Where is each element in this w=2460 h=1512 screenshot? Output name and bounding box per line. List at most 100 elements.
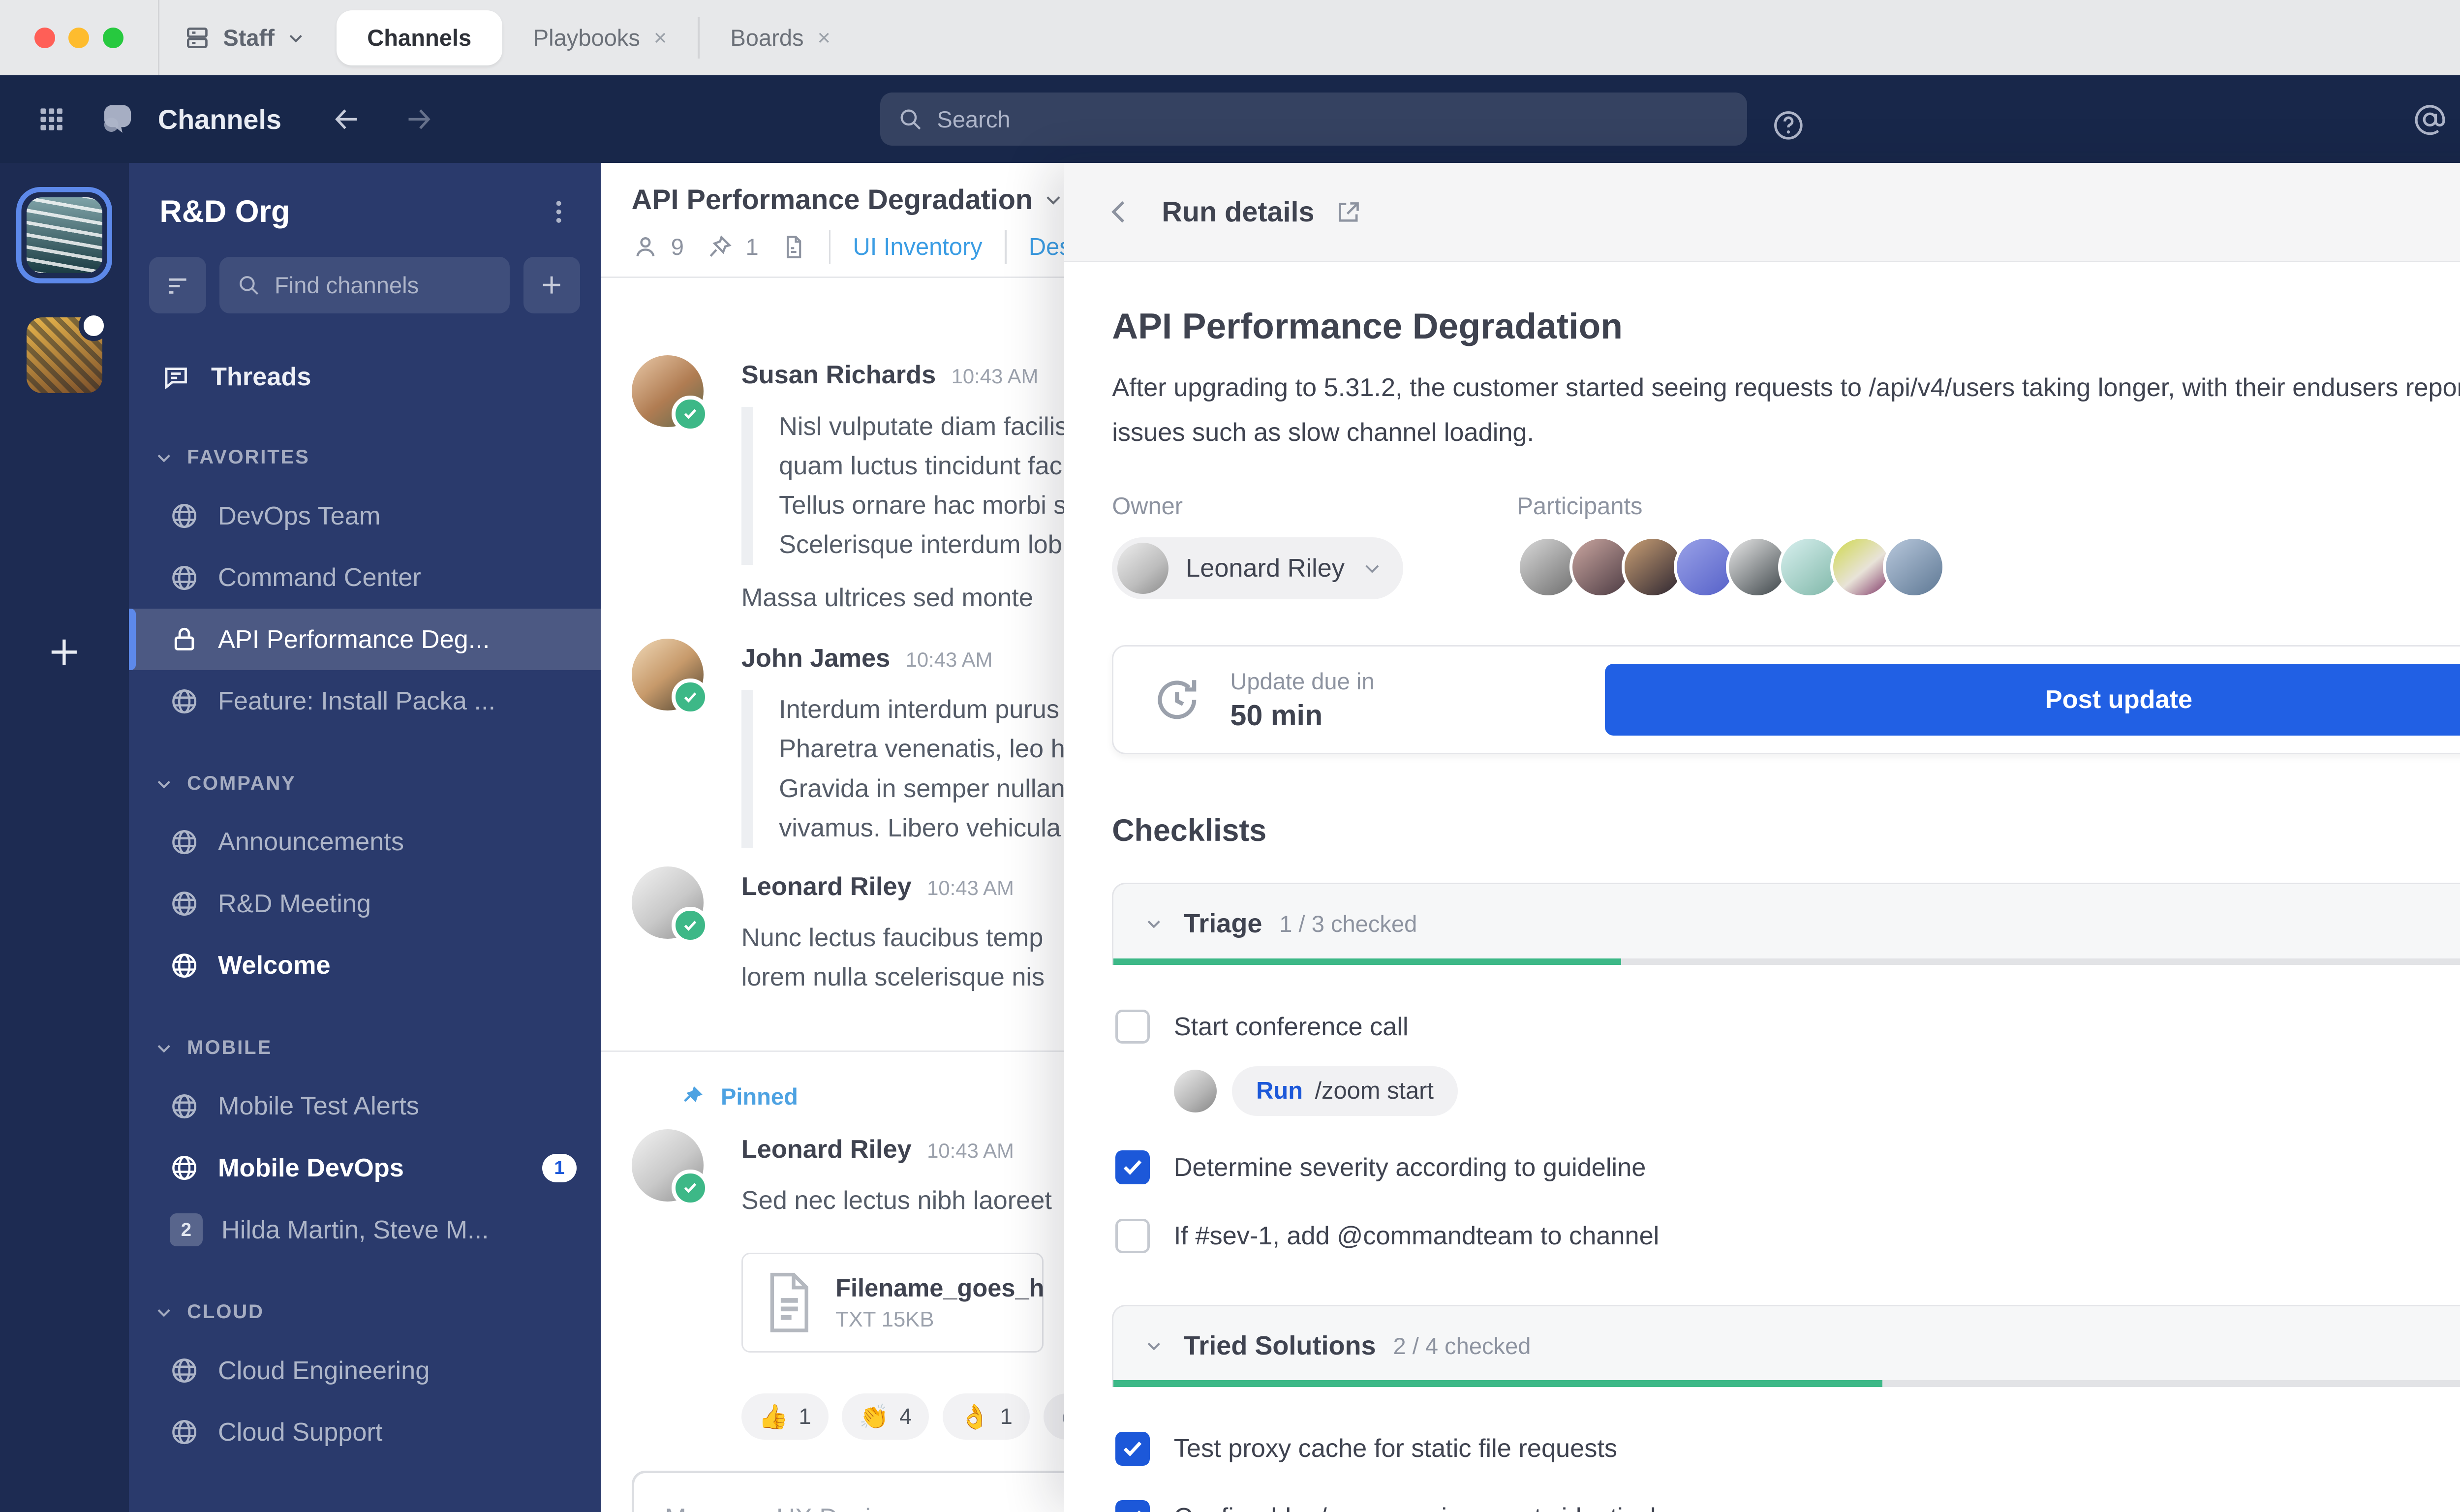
member-count: 9 xyxy=(671,234,684,260)
checklist-name: Triage xyxy=(1184,909,1262,939)
server-name: Staff xyxy=(223,25,275,51)
add-channel-button[interactable] xyxy=(523,256,580,314)
file-icon[interactable] xyxy=(781,234,806,260)
sidebar-item-welcome[interactable]: Welcome xyxy=(129,935,601,997)
channel-label: Command Center xyxy=(217,563,421,592)
pinned-indicator: Pinned xyxy=(679,1083,798,1110)
checklist-item-label: Start conference call xyxy=(1173,1012,1409,1041)
file-attachment-card[interactable]: Filename_goes_h TXT 15KB xyxy=(741,1253,1044,1353)
section-label: CLOUD xyxy=(187,1301,264,1323)
sidebar-item-feature-install-packa[interactable]: Feature: Install Packa ... xyxy=(129,670,601,732)
message-author[interactable]: Leonard Riley xyxy=(741,1135,912,1164)
message-text: Sed nec lectus nibh laoreet xyxy=(741,1186,1052,1215)
channel-label: Cloud Support xyxy=(217,1418,383,1447)
history-forward-button[interactable] xyxy=(391,92,446,147)
channel-label: API Performance Deg... xyxy=(217,625,490,654)
checkbox-checked[interactable] xyxy=(1115,1150,1150,1185)
update-timer-icon xyxy=(1151,674,1203,726)
owner-label: Owner xyxy=(1112,493,1183,520)
close-tab-icon[interactable]: × xyxy=(654,25,667,51)
external-link-icon[interactable] xyxy=(1335,198,1362,226)
app-tab-playbooks[interactable]: Playbooks × xyxy=(502,10,698,65)
message-timestamp: 10:43 AM xyxy=(905,648,993,671)
group-member-count-badge: 2 xyxy=(170,1213,203,1246)
channel-title[interactable]: API Performance Degradation xyxy=(632,184,1033,216)
back-chevron-icon[interactable] xyxy=(1105,197,1134,226)
run-command-button[interactable]: Run/zoom start xyxy=(1232,1066,1458,1116)
sidebar-item-api-performance-deg[interactable]: API Performance Deg... xyxy=(128,608,601,671)
post-update-button[interactable]: Post update xyxy=(1604,663,2460,736)
update-due-label: Update due in xyxy=(1230,668,1375,694)
checklist-item-label: If #sev-1, add @commandteam to channel xyxy=(1173,1222,1660,1251)
app-tab-channels[interactable]: Channels xyxy=(336,10,502,65)
message-author[interactable]: John James xyxy=(741,644,890,673)
sidebar-item-cloud-engineering[interactable]: Cloud Engineering xyxy=(129,1340,601,1402)
sidebar-item-cloud-support[interactable]: Cloud Support xyxy=(129,1401,601,1463)
channel-label: Welcome xyxy=(217,951,331,980)
reaction-count: 1 xyxy=(1000,1404,1013,1429)
org-name[interactable]: R&D Org xyxy=(159,194,290,229)
sidebar-item-announcements[interactable]: Announcements xyxy=(129,811,601,873)
message-text: Scelerisque interdum lob xyxy=(779,530,1062,559)
message-author[interactable]: Susan Richards xyxy=(741,360,936,390)
history-back-button[interactable] xyxy=(319,92,374,147)
checkbox-unchecked[interactable] xyxy=(1115,1219,1150,1253)
pinned-label: Pinned xyxy=(720,1083,798,1110)
checklist-item: Determine severity according to guidelin… xyxy=(1115,1150,2460,1185)
sidebar-section-company[interactable]: COMPANY xyxy=(129,756,601,811)
pin-icon[interactable] xyxy=(706,233,734,261)
divider xyxy=(157,0,160,76)
sidebar-item-threads[interactable]: Threads xyxy=(129,348,601,406)
team-item-active[interactable] xyxy=(16,187,112,283)
close-window-button[interactable] xyxy=(34,27,55,48)
public-channel-globe-icon xyxy=(170,1356,199,1385)
reaction-pill[interactable]: 👍 1 xyxy=(741,1393,829,1440)
product-grid-icon[interactable] xyxy=(24,92,79,147)
help-icon[interactable] xyxy=(1761,98,1816,153)
checkbox-checked[interactable] xyxy=(1115,1431,1150,1466)
sidebar-section-mobile[interactable]: MOBILE xyxy=(129,1020,601,1076)
members-icon[interactable] xyxy=(632,233,659,261)
run-title: API Performance Degradation xyxy=(1112,306,1623,346)
reaction-pill[interactable]: 👏 4 xyxy=(842,1393,929,1440)
participants-avatars[interactable] xyxy=(1517,535,1945,598)
sidebar-item-command-center[interactable]: Command Center xyxy=(129,547,601,609)
global-search-input[interactable]: Search xyxy=(880,93,1747,146)
app-tab-label: Playbooks xyxy=(533,25,640,51)
sidebar-item-r-d-meeting[interactable]: R&D Meeting xyxy=(129,873,601,935)
avatar xyxy=(631,355,709,432)
participant-avatar xyxy=(1882,535,1945,598)
sidebar-section-favorites[interactable]: FAVORITES xyxy=(129,430,601,485)
sidebar-item-hilda-martin-steve-m[interactable]: 2 Hilda Martin, Steve M... xyxy=(129,1199,601,1261)
document-icon xyxy=(764,1270,815,1335)
checklist-section-header[interactable]: Triage 1 / 3 checked xyxy=(1112,882,2460,965)
checklist-item-label: Confirm blue/green environments identica… xyxy=(1174,1503,1656,1512)
server-switcher[interactable]: Staff xyxy=(184,24,306,52)
checklist-section-header[interactable]: Tried Solutions 2 / 4 checked xyxy=(1112,1304,2460,1388)
app-tab-boards[interactable]: Boards × xyxy=(700,10,861,65)
sidebar-item-mobile-test-alerts[interactable]: Mobile Test Alerts xyxy=(129,1076,601,1138)
mentions-icon[interactable] xyxy=(2402,92,2458,147)
sidebar-section-cloud[interactable]: CLOUD xyxy=(129,1285,601,1340)
find-channels-input[interactable]: Find channels xyxy=(219,256,510,314)
reaction-pill[interactable]: 👌 1 xyxy=(942,1393,1030,1440)
maximize-window-button[interactable] xyxy=(103,27,124,48)
checkbox-unchecked[interactable] xyxy=(1115,1009,1150,1044)
public-channel-globe-icon xyxy=(170,951,199,980)
sidebar-item-mobile-devops[interactable]: Mobile DevOps 1 xyxy=(129,1137,601,1199)
checkbox-checked[interactable] xyxy=(1115,1500,1150,1512)
org-menu-kebab-icon[interactable] xyxy=(544,197,573,226)
team-item[interactable] xyxy=(16,307,112,403)
message-author[interactable]: Leonard Riley xyxy=(741,872,912,901)
search-icon xyxy=(897,106,923,132)
close-tab-icon[interactable]: × xyxy=(817,25,830,51)
public-channel-globe-icon xyxy=(170,501,199,530)
message-quote: Nisl vulputate diam facilisi quam luctus … xyxy=(741,406,1074,565)
owner-selector[interactable]: Leonard Riley xyxy=(1112,537,1403,599)
add-team-button[interactable] xyxy=(45,633,83,671)
channel-filter-button[interactable] xyxy=(149,256,206,314)
chevron-down-icon xyxy=(1144,1336,1163,1355)
sidebar-item-devops-team[interactable]: DevOps Team xyxy=(129,485,601,547)
channel-header-link[interactable]: UI Inventory xyxy=(853,233,982,261)
minimize-window-button[interactable] xyxy=(68,27,90,48)
